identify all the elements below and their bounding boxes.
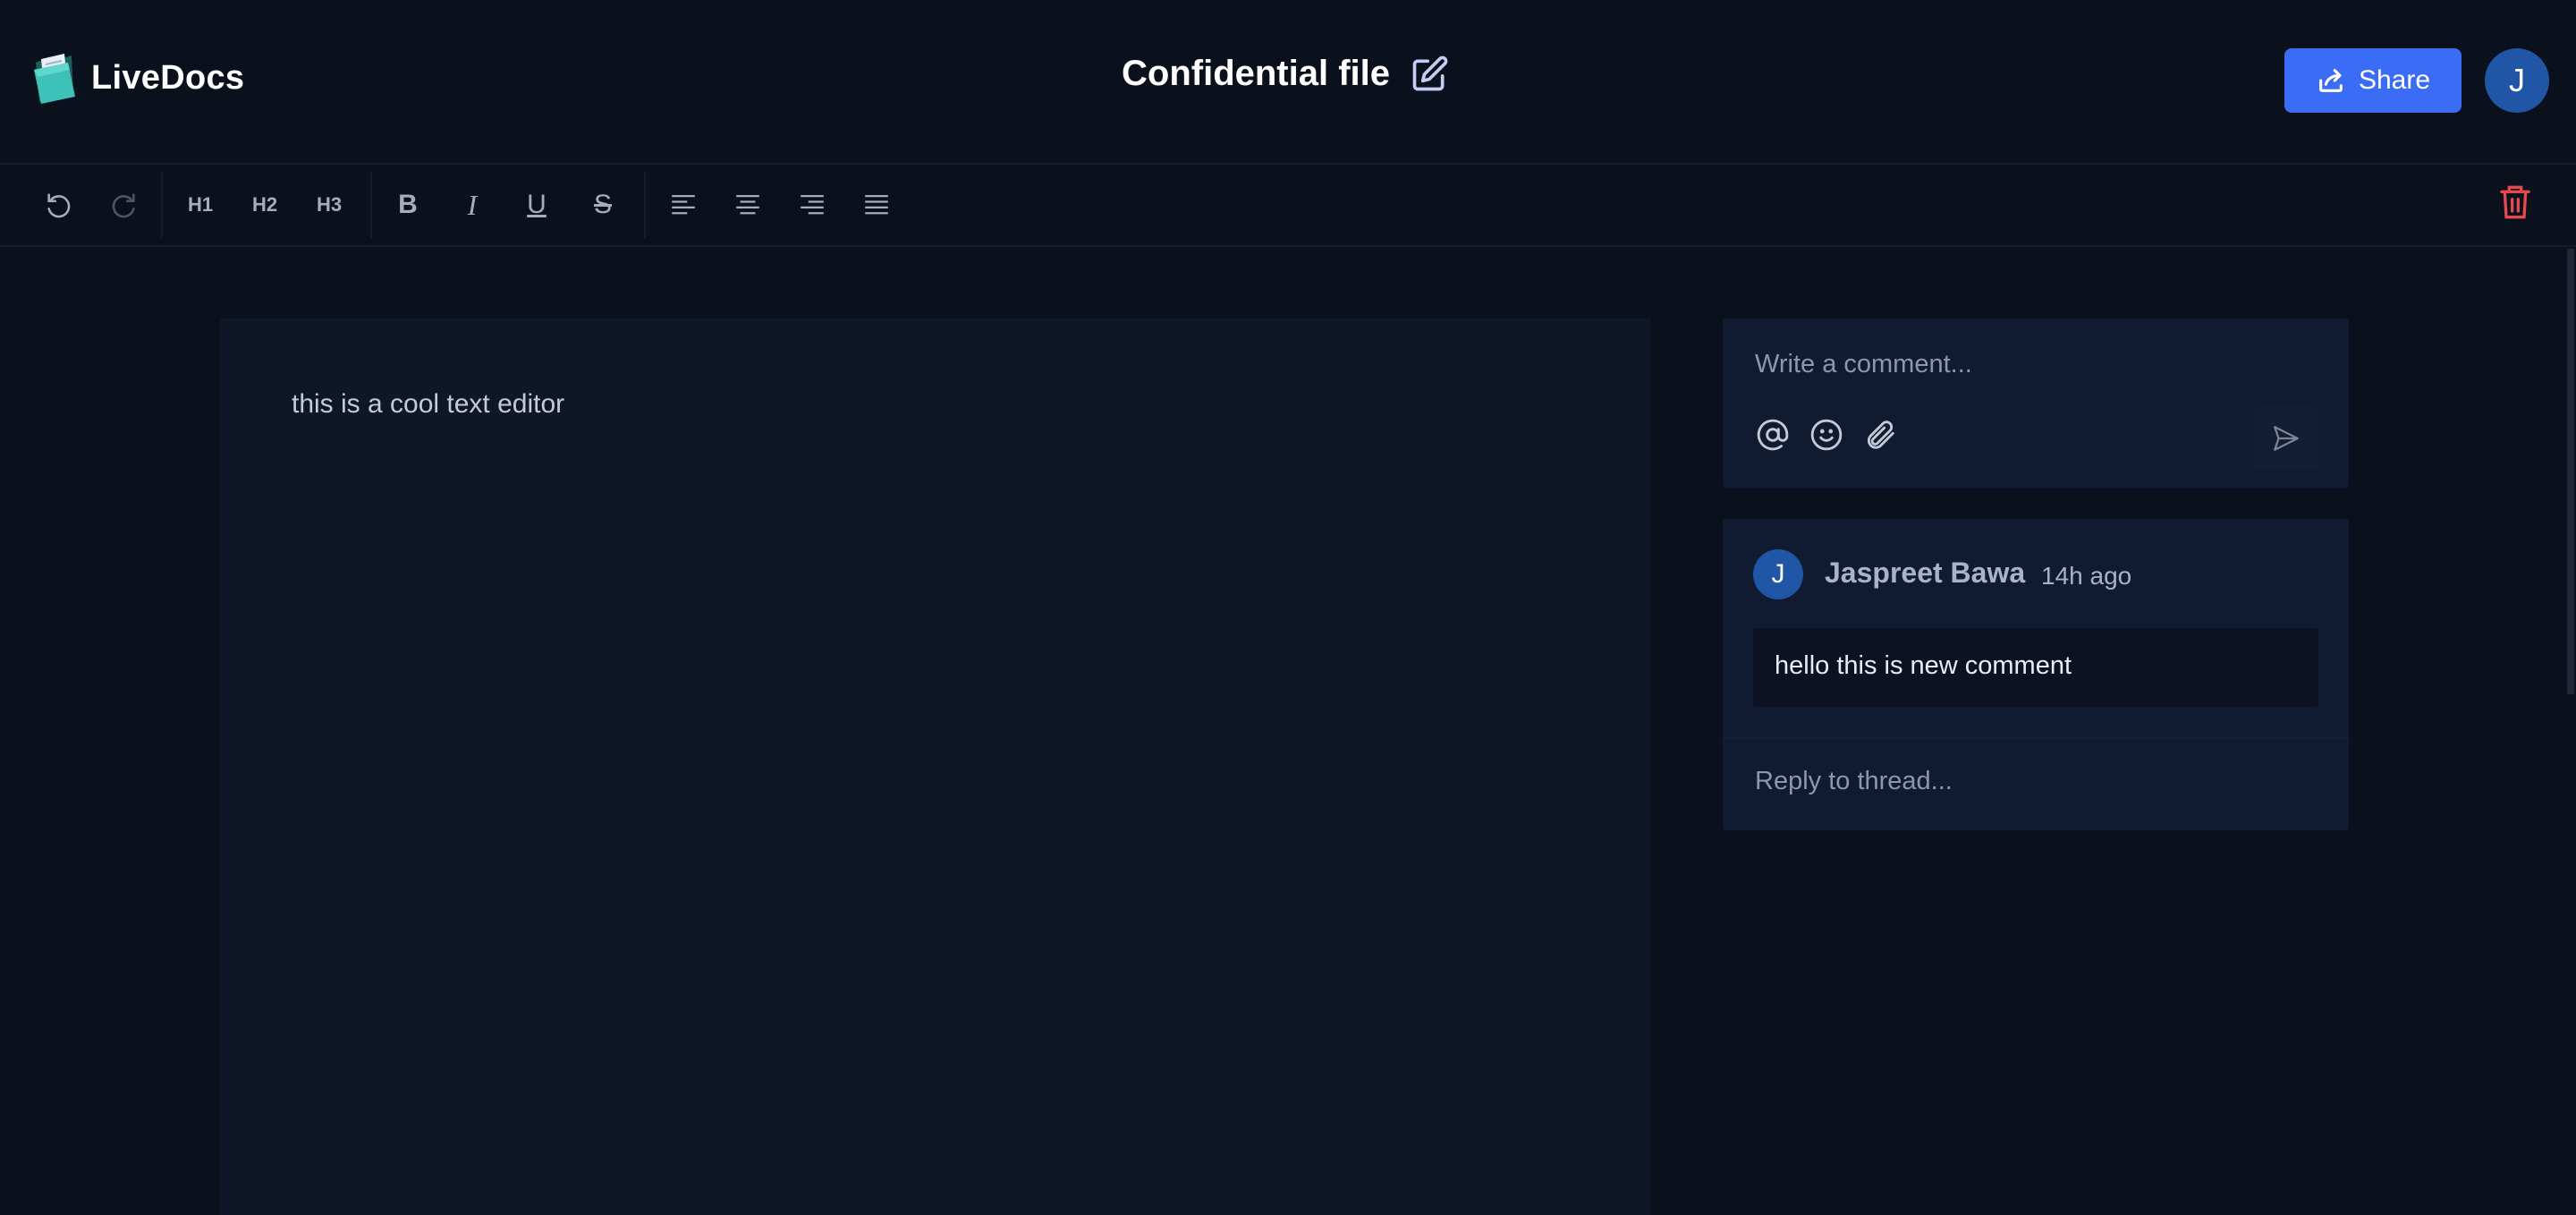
undo-button[interactable] [38,183,80,226]
mention-button[interactable] [1753,415,1792,455]
formatting-toolbar: H1 H2 H3 B I U S [0,165,2576,247]
scrollbar-thumb[interactable] [2567,249,2574,694]
toolbar-divider [370,172,372,238]
send-icon [2274,426,2299,451]
bold-button[interactable]: B [386,183,429,226]
attach-button[interactable] [1860,415,1900,455]
top-header: LiveDocs Confidential file Share J [0,0,2576,165]
toolbar-divider [161,172,163,238]
heading-1-label: H1 [187,193,214,216]
comment-author-avatar: J [1753,549,1803,599]
folder-doc-icon [34,54,75,104]
paperclip-icon [1867,421,1894,449]
italic-label: I [467,188,478,221]
app-name: LiveDocs [91,58,245,97]
heading-2-label: H2 [251,193,278,216]
send-comment-button[interactable] [2254,406,2318,471]
underline-button[interactable]: U [515,183,558,226]
heading-2-button[interactable]: H2 [243,183,286,226]
share-button[interactable]: Share [2284,48,2462,113]
bold-label: B [398,190,418,219]
reply-input[interactable] [1753,766,2311,797]
undo-icon [47,193,71,218]
edit-icon[interactable] [1410,55,1449,94]
document-editor[interactable]: this is a cool text editor [220,319,1651,1215]
align-right-button[interactable] [791,183,834,226]
comment-thread: J Jaspreet Bawa 14h ago hello this is ne… [1723,519,2349,830]
emoji-button[interactable] [1807,415,1846,455]
heading-1-button[interactable]: H1 [179,183,222,226]
heading-3-label: H3 [316,193,343,216]
comment-body: hello this is new comment [1753,628,2318,707]
comment-input[interactable] [1753,349,2311,380]
align-right-icon [801,194,824,215]
comment-author-name: Jaspreet Bawa [1825,557,2026,589]
document-title[interactable]: Confidential file [1122,54,1390,94]
user-avatar[interactable]: J [2485,48,2549,113]
align-justify-icon [865,194,888,215]
smile-icon [1810,419,1843,451]
editor-content[interactable]: this is a cool text editor [292,388,564,421]
align-justify-button[interactable] [855,183,898,226]
italic-button[interactable]: I [451,183,494,226]
redo-icon [112,193,135,218]
share-button-label: Share [2358,65,2431,95]
align-left-button[interactable] [662,183,705,226]
share-icon [2319,69,2343,92]
comment-composer [1723,319,2349,489]
strikethrough-label: S [593,190,612,219]
comment-timestamp: 14h ago [2041,562,2132,590]
thread-divider [1723,737,2349,739]
comment-text: hello this is new comment [1775,651,2072,680]
strikethrough-button[interactable]: S [581,183,624,226]
at-icon [1757,419,1789,451]
document-title-area: Confidential file [1122,54,1449,94]
align-left-icon [672,194,695,215]
app-logo[interactable]: LiveDocs [32,50,244,106]
heading-3-button[interactable]: H3 [308,183,351,226]
underline-label: U [527,190,547,219]
align-center-icon [736,194,759,215]
toolbar-divider [644,172,646,238]
trash-icon[interactable] [2497,183,2533,222]
align-center-button[interactable] [726,183,769,226]
redo-button[interactable] [102,183,145,226]
